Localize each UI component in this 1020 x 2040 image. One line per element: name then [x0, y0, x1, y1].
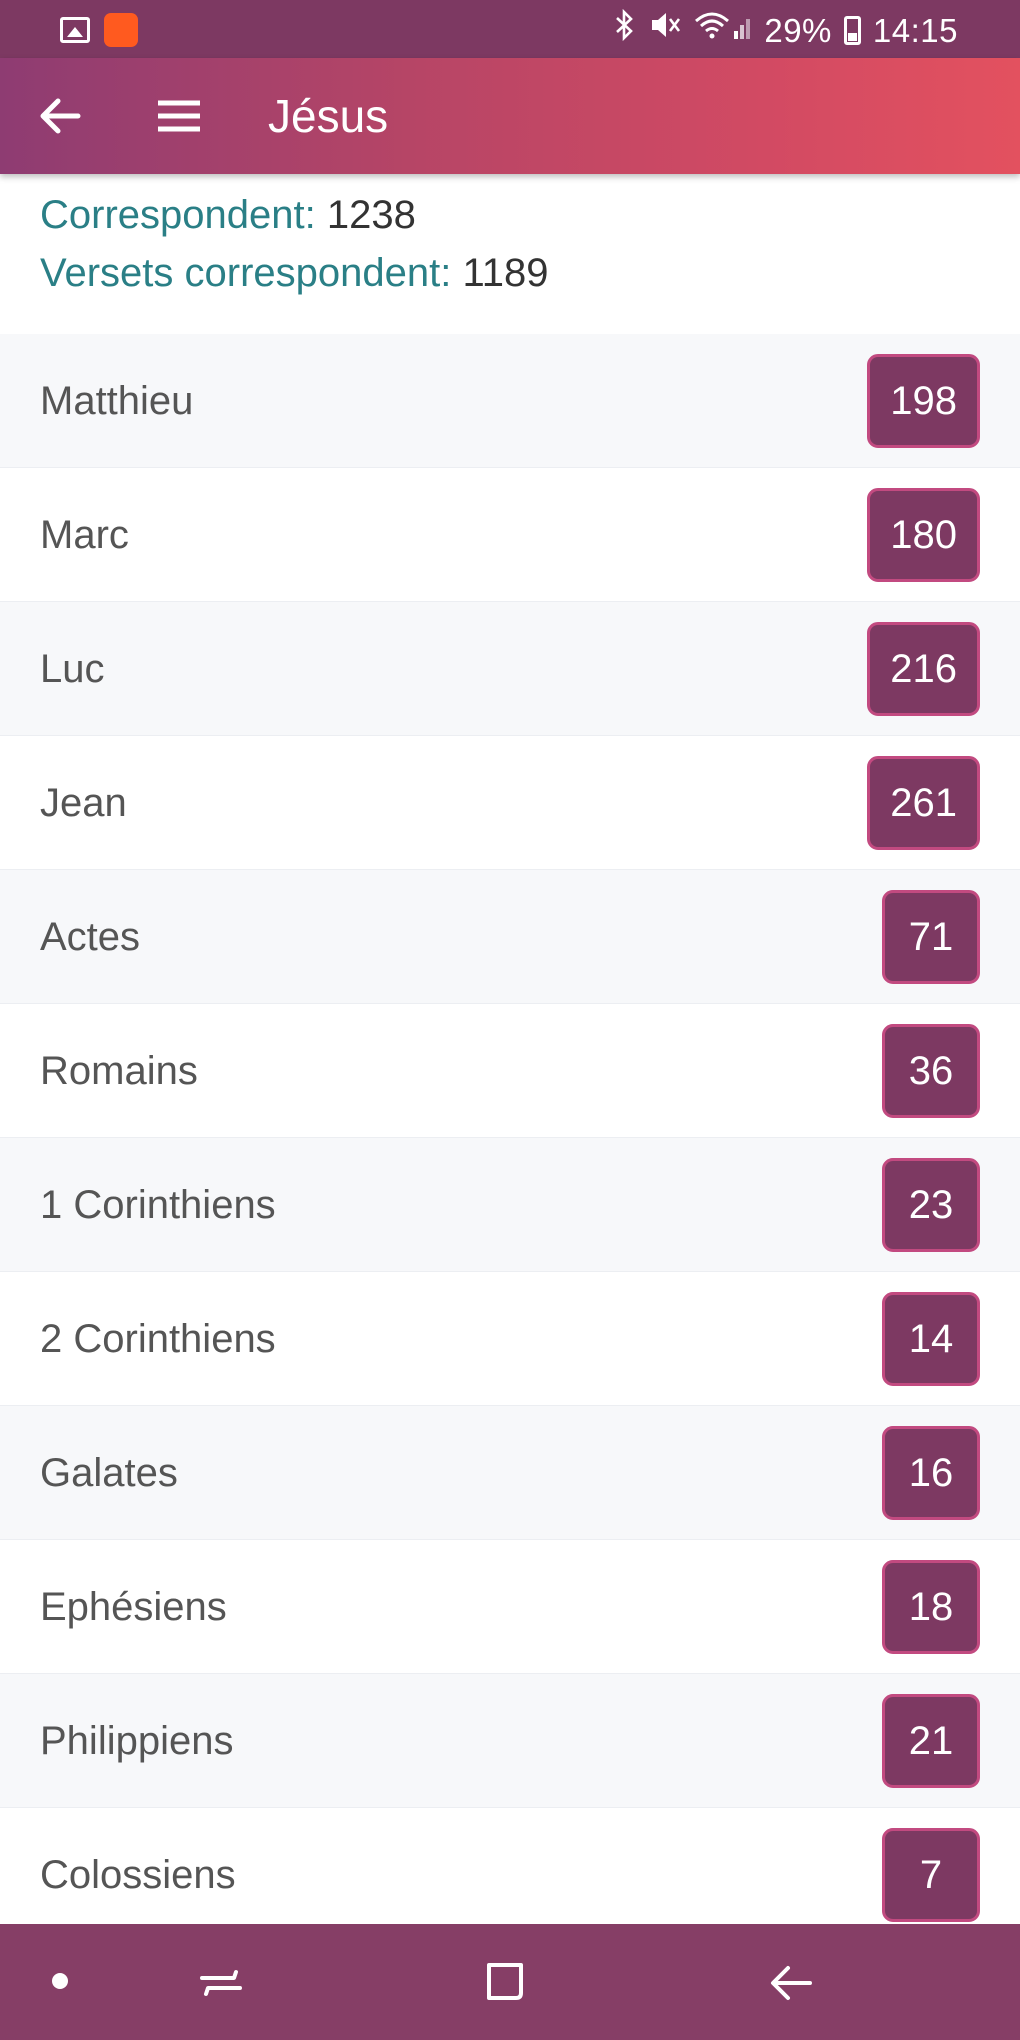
list-item[interactable]: Jean 261 [0, 736, 1020, 870]
book-name: Galates [40, 1451, 178, 1495]
count-badge: 261 [867, 756, 980, 850]
wifi-signal-icon [694, 9, 752, 52]
matches-line: Correspondent: 1238 [40, 186, 549, 244]
list-item[interactable]: 2 Corinthiens 14 [0, 1272, 1020, 1406]
home-button[interactable] [480, 1957, 530, 2007]
verses-label: Versets correspondent: [40, 251, 452, 295]
recent-apps-button[interactable] [196, 1958, 246, 2008]
system-nav-bar [0, 1924, 1020, 2040]
list-item[interactable]: Philippiens 21 [0, 1674, 1020, 1808]
book-name: 1 Corinthiens [40, 1183, 276, 1227]
page-title: Jésus [268, 90, 389, 142]
count-badge: 198 [867, 354, 980, 448]
book-name: Colossiens [40, 1853, 236, 1897]
book-name: Philippiens [40, 1719, 234, 1763]
book-name: Luc [40, 647, 105, 691]
count-badge: 7 [882, 1828, 980, 1922]
battery-icon [843, 16, 861, 45]
battery-percent: 29% [764, 11, 832, 49]
book-name: Matthieu [40, 379, 194, 423]
clock: 14:15 [872, 11, 958, 49]
app-bar: Jésus [0, 58, 1020, 174]
list-item[interactable]: Matthieu 198 [0, 334, 1020, 468]
count-badge: 71 [882, 890, 980, 984]
list-item[interactable]: Colossiens 7 [0, 1808, 1020, 1942]
app-notification-icon [104, 13, 138, 47]
verses-line: Versets correspondent: 1189 [40, 244, 549, 302]
count-badge: 14 [882, 1292, 980, 1386]
home-square-icon [487, 1963, 523, 2000]
matches-value: 1238 [326, 193, 416, 237]
book-name: Marc [40, 513, 129, 557]
dot-icon[interactable] [52, 1973, 68, 1989]
list-item[interactable]: 1 Corinthiens 23 [0, 1138, 1020, 1272]
bluetooth-icon [614, 8, 636, 52]
list-item[interactable]: Romains 36 [0, 1004, 1020, 1138]
count-badge: 180 [867, 488, 980, 582]
count-badge: 18 [882, 1560, 980, 1654]
list-item[interactable]: Luc 216 [0, 602, 1020, 736]
status-bar: 29% 14:15 [0, 0, 1020, 58]
back-button[interactable] [30, 86, 90, 146]
recent-apps-icon [200, 1970, 242, 1996]
count-badge: 21 [882, 1694, 980, 1788]
search-summary: Correspondent: 1238 Versets corresponden… [40, 186, 549, 302]
list-item[interactable]: Ephésiens 18 [0, 1540, 1020, 1674]
count-badge: 16 [882, 1426, 980, 1520]
menu-button[interactable] [148, 86, 208, 146]
list-item[interactable]: Galates 16 [0, 1406, 1020, 1540]
arrow-left-icon [40, 98, 81, 134]
book-name: 2 Corinthiens [40, 1317, 276, 1361]
mute-icon [648, 9, 682, 52]
matches-label: Correspondent: [40, 193, 316, 237]
verses-value: 1189 [462, 251, 549, 295]
book-name: Jean [40, 781, 127, 825]
book-name: Romains [40, 1049, 198, 1093]
hamburger-menu-icon [158, 100, 200, 132]
count-badge: 23 [882, 1158, 980, 1252]
count-badge: 36 [882, 1024, 980, 1118]
list-item[interactable]: Actes 71 [0, 870, 1020, 1004]
gallery-notification-icon [60, 17, 90, 43]
book-name: Actes [40, 915, 141, 959]
back-arrow-icon [771, 1966, 812, 2000]
book-list: Matthieu 198 Marc 180 Luc 216 Jean 261 A… [0, 334, 1020, 1942]
count-badge: 216 [867, 622, 980, 716]
book-name: Ephésiens [40, 1585, 227, 1629]
system-back-button[interactable] [766, 1958, 816, 2008]
list-item[interactable]: Marc 180 [0, 468, 1020, 602]
